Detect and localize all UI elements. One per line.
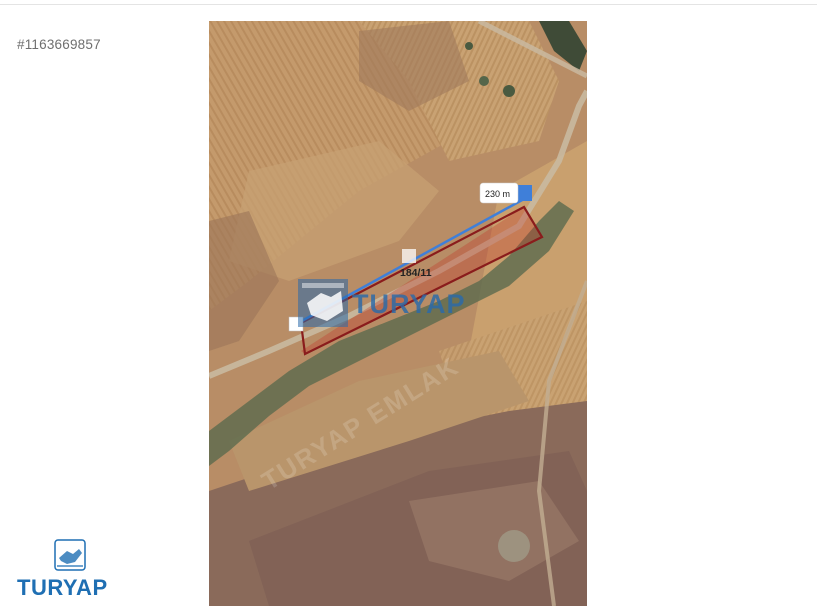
handshake-icon xyxy=(54,539,86,571)
parcel-label: 184/11 xyxy=(400,267,432,279)
top-divider xyxy=(0,4,817,5)
listing-photo[interactable]: 230 m 184/11 TURYAP EMLAK TURYAP xyxy=(209,21,587,606)
satellite-map: 230 m 184/11 TURYAP EMLAK TURYAP xyxy=(209,21,587,606)
listing-id: #1163669857 xyxy=(17,37,101,52)
measure-mid-handle xyxy=(402,249,416,263)
logo-wordmark: TURYAP xyxy=(17,575,108,600)
measure-end-handle xyxy=(516,185,532,201)
watermark-text: TURYAP xyxy=(352,289,466,319)
turyap-logo[interactable]: TURYAP xyxy=(15,538,133,602)
distance-label: 230 m xyxy=(485,189,510,199)
